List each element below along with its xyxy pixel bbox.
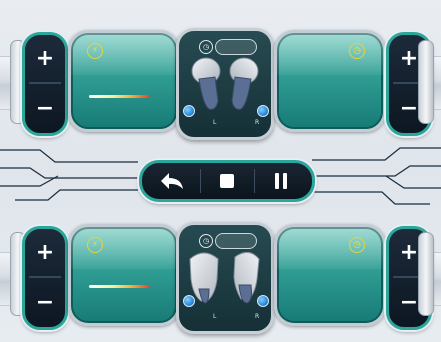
bottom-left-volume-control: + − [22,226,68,330]
top-right-status-dot [257,105,269,117]
top-left-minus-button[interactable]: − [25,85,65,131]
screen-gloss [277,227,383,270]
top-timer-display [215,39,257,55]
bottom-left-minus-button[interactable]: − [25,279,65,325]
top-left-volume-control: + − [22,32,68,136]
top-right-bracket [418,40,434,124]
pause-icon [275,173,287,189]
bottom-left-status-dot [183,295,195,307]
bottom-timer-display [215,233,257,249]
right-marker: R [255,119,260,126]
top-left-plus-button[interactable]: + [25,35,65,81]
bottom-right-bracket [418,232,434,316]
bottom-right-screen: ◷ [274,224,386,326]
top-right-screen: ◷ [274,30,386,132]
bottom-left-screen: ⚡ [68,224,180,326]
left-marker: L [213,119,217,126]
playback-control-bar [139,160,315,202]
bottom-earbud-pod: ◷ L R [176,222,274,334]
bolt-icon: ⚡ [87,237,103,253]
stop-button[interactable] [201,163,253,199]
timer-icon: ◷ [199,40,213,54]
charge-meter [89,95,149,98]
clock-icon: ◷ [349,43,365,59]
back-arrow-icon [161,173,183,189]
bolt-icon: ⚡ [87,43,103,59]
charge-meter [89,285,149,288]
top-earbud-pod: ◷ L R [176,28,274,140]
clock-icon: ◷ [349,237,365,253]
divider [29,82,61,84]
left-marker: L [213,313,217,320]
timer-icon: ◷ [199,234,213,248]
screen-gloss [277,33,383,76]
earbud-icon-left[interactable] [189,55,223,113]
top-left-status-dot [183,105,195,117]
pause-button[interactable] [255,163,307,199]
bottom-left-plus-button[interactable]: + [25,229,65,275]
top-left-screen: ⚡ [68,30,180,132]
earbud-icon-right[interactable] [227,55,261,113]
divider [29,276,61,278]
back-button[interactable] [146,163,198,199]
control-panel: + − ⚡ ◷ L R ◷ + − + − ⚡ ◷ L R ◷ + − [0,0,441,342]
stop-icon [220,174,234,188]
bottom-right-status-dot [257,295,269,307]
right-marker: R [255,313,260,320]
